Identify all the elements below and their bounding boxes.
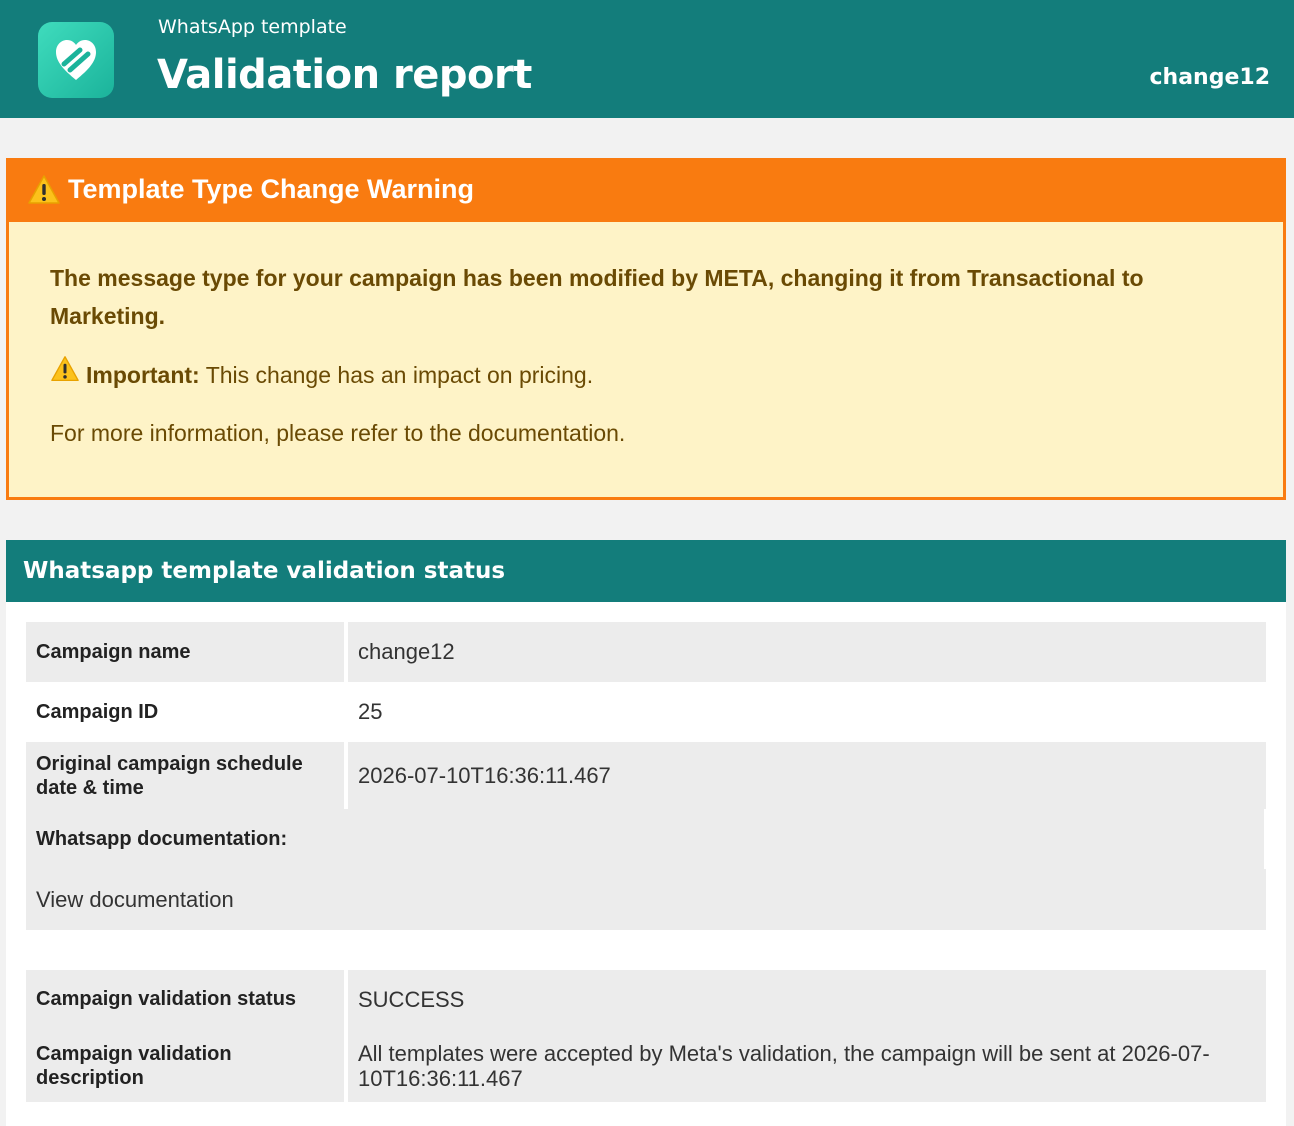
template-type-warning: Template Type Change Warning The message… bbox=[6, 158, 1286, 500]
header-subtitle: WhatsApp template bbox=[158, 16, 347, 38]
warning-message: The message type for your campaign has b… bbox=[50, 265, 1144, 329]
page-title: Validation report bbox=[157, 52, 532, 98]
validation-status-value: SUCCESS bbox=[358, 987, 465, 1012]
warning-important: Important: This change has an impact on … bbox=[50, 355, 1240, 394]
warning-title: Template Type Change Warning bbox=[68, 174, 475, 204]
warning-header: Template Type Change Warning bbox=[9, 161, 1283, 222]
row-label: Campaign name bbox=[26, 622, 344, 682]
warning-icon bbox=[27, 174, 61, 211]
row-value: 2026-07-10T16:36:11.467 bbox=[348, 742, 1266, 809]
header-campaign-tag: change12 bbox=[1149, 65, 1271, 90]
table-row-schedule: Original campaign schedule date & time 2… bbox=[26, 742, 1266, 809]
table-row-campaign-id: Campaign ID 25 bbox=[26, 682, 1266, 742]
row-label: Campaign ID bbox=[36, 701, 159, 723]
section-title: Whatsapp template validation status bbox=[23, 558, 506, 584]
row-label: Original campaign schedule date & time bbox=[26, 742, 344, 809]
section-header: Whatsapp template validation status bbox=[6, 540, 1286, 602]
validation-description-label: Campaign validation description bbox=[36, 1043, 232, 1089]
warning-icon bbox=[50, 355, 80, 394]
validation-status-label: Campaign validation status bbox=[36, 988, 297, 1010]
warning-body: The message type for your campaign has b… bbox=[50, 259, 1240, 452]
row-value: change12 bbox=[348, 622, 1266, 682]
table-row-campaign-name: Campaign name change12 bbox=[26, 622, 1266, 682]
important-text: This change has an impact on pricing. bbox=[205, 361, 594, 388]
validation-description-value: All templates were accepted by Meta's va… bbox=[358, 1041, 1210, 1091]
validation-labels: Campaign validation status Campaign vali… bbox=[26, 970, 344, 1102]
important-label: Important: bbox=[86, 361, 200, 388]
validation-status-section: Whatsapp template validation status Camp… bbox=[6, 540, 1286, 1126]
page-header: WhatsApp template Validation report chan… bbox=[0, 0, 1294, 118]
validation-values: SUCCESS All templates were accepted by M… bbox=[348, 970, 1266, 1102]
validation-result-table: Campaign validation status Campaign vali… bbox=[26, 970, 1266, 1102]
documentation-label: Whatsapp documentation: bbox=[26, 809, 1264, 869]
app-logo-icon bbox=[38, 22, 114, 98]
view-documentation-link[interactable]: View documentation bbox=[26, 869, 1266, 930]
row-value: 25 bbox=[358, 699, 383, 724]
warning-info: For more information, please refer to th… bbox=[50, 420, 626, 446]
